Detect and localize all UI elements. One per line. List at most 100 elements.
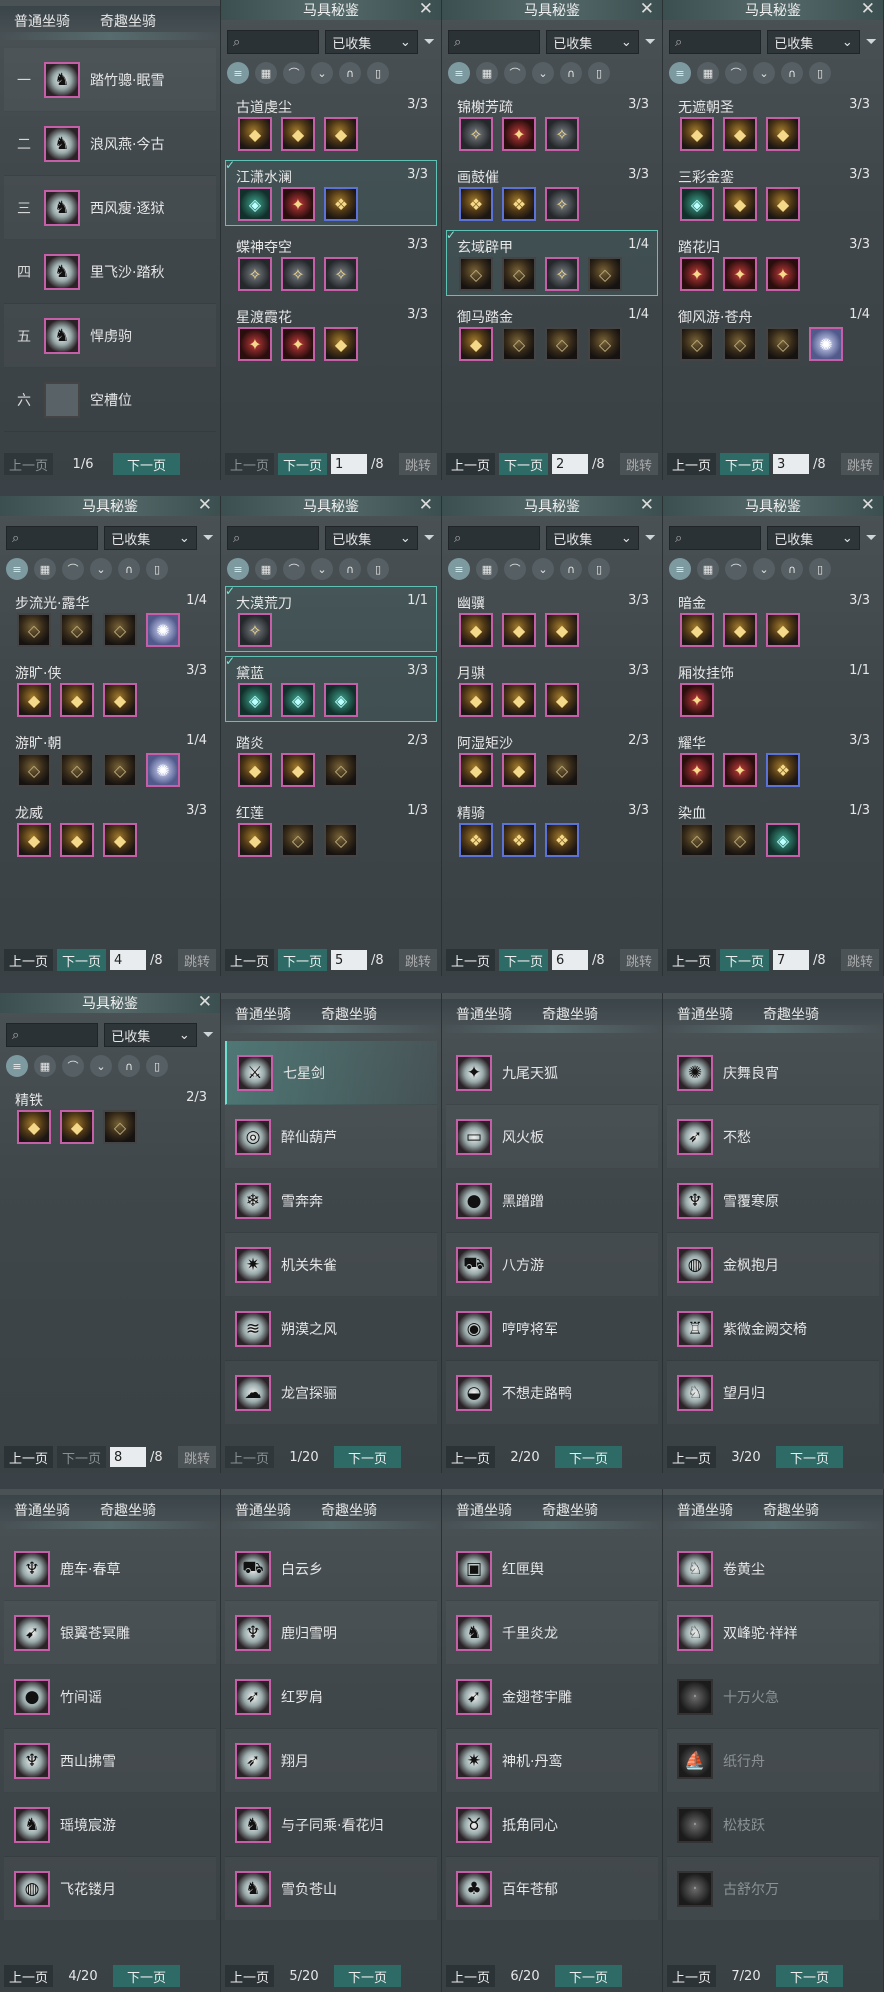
saddle-item-icon[interactable]: ◈ <box>281 683 315 717</box>
mount-list-item[interactable]: ◒ 不想走路鸭 <box>446 1361 658 1425</box>
tab-fun-mount[interactable]: 奇趣坐骑 <box>100 1500 156 1520</box>
horseshoe-icon[interactable]: ∩ <box>118 558 140 580</box>
close-icon[interactable]: ✕ <box>198 496 212 515</box>
saddle-item-icon[interactable]: ✧ <box>545 257 579 291</box>
saddle-item-icon[interactable]: ◆ <box>680 613 714 647</box>
prev-page-button[interactable]: 上一页 <box>667 949 717 971</box>
horseshoe-icon[interactable]: ∩ <box>339 558 361 580</box>
saddle-item-icon[interactable]: ◆ <box>766 613 800 647</box>
saddle-item-icon[interactable]: ✺ <box>809 327 843 361</box>
mount-list-item[interactable]: ♖ 紫微金阙交椅 <box>667 1297 879 1361</box>
grid-icon[interactable]: ▦ <box>34 1055 56 1077</box>
saddle-item-icon[interactable]: ✧ <box>545 117 579 151</box>
tab-fun-mount[interactable]: 奇趣坐骑 <box>542 1004 598 1024</box>
filter-select[interactable]: 已收集 ⌄ <box>546 526 639 550</box>
saddle-item-icon[interactable]: ✦ <box>281 187 315 221</box>
saddle-item-icon[interactable]: ◆ <box>281 117 315 151</box>
mount-list-item[interactable]: ♞ 与子同乘·看花归 <box>225 1793 437 1857</box>
filter-select[interactable]: 已收集 ⌄ <box>325 30 418 54</box>
stirrup-icon[interactable]: ⌄ <box>90 558 112 580</box>
list-icon[interactable]: ≡ <box>6 558 28 580</box>
jump-button[interactable]: 跳转 <box>619 949 658 971</box>
horseshoe-icon[interactable]: ∩ <box>560 62 582 84</box>
grid-icon[interactable]: ▦ <box>34 558 56 580</box>
next-page-button[interactable]: 下一页 <box>720 453 770 475</box>
saddle-item-icon[interactable]: ◇ <box>766 327 800 361</box>
prev-page-button[interactable]: 上一页 <box>4 1965 54 1987</box>
stirrup-icon[interactable]: ⌄ <box>753 558 775 580</box>
prev-page-button[interactable]: 上一页 <box>446 1446 496 1468</box>
next-page-button[interactable]: 下一页 <box>555 1965 623 1987</box>
mount-list-item[interactable]: ⛵ 纸行舟 <box>667 1729 879 1793</box>
funnel-icon[interactable]: ⏷ <box>203 530 214 546</box>
mount-list-item[interactable]: ● 竹间谣 <box>4 1665 216 1729</box>
mount-list-item[interactable]: ♞ 雪负苍山 <box>225 1857 437 1921</box>
saddle-set[interactable]: 龙威 3/3 ◆ ◆ ◆ <box>4 796 216 862</box>
saddle-item-icon[interactable]: ✦ <box>238 327 272 361</box>
saddle-item-icon[interactable]: ❖ <box>459 187 493 221</box>
tab-fun-mount[interactable]: 奇趣坐骑 <box>321 1004 377 1024</box>
horseshoe-icon[interactable]: ∩ <box>560 558 582 580</box>
stirrup-icon[interactable]: ⌄ <box>532 62 554 84</box>
tab-normal-mount[interactable]: 普通坐骑 <box>677 1500 733 1520</box>
filter-select[interactable]: 已收集 ⌄ <box>104 526 197 550</box>
saddle-item-icon[interactable]: ◇ <box>588 257 622 291</box>
saddle-item-icon[interactable]: ◆ <box>723 117 757 151</box>
saddle-item-icon[interactable]: ◇ <box>60 613 94 647</box>
saddle-item-icon[interactable]: ◆ <box>459 327 493 361</box>
mount-list-item[interactable]: ➶ 不愁 <box>667 1105 879 1169</box>
saddle-set[interactable]: ✓ 江潇水澜 3/3 ◈ ✦ ❖ <box>225 158 437 226</box>
saddle-item-icon[interactable]: ◇ <box>103 753 137 787</box>
mount-list-item[interactable]: ✷ 神机·丹鸾 <box>446 1729 658 1793</box>
next-page-button[interactable]: 下一页 <box>555 1446 623 1468</box>
prev-page-button[interactable]: 上一页 <box>4 1446 54 1468</box>
saddle-item-icon[interactable]: ✦ <box>723 753 757 787</box>
saddle-set[interactable]: 暗金 3/3 ◆ ◆ ◆ <box>667 586 879 652</box>
prev-page-button[interactable]: 上一页 <box>225 949 275 971</box>
next-page-button[interactable]: 下一页 <box>776 1446 844 1468</box>
prev-page-button[interactable]: 上一页 <box>4 453 54 475</box>
blanket-icon[interactable]: ▯ <box>809 558 831 580</box>
mount-list-item[interactable]: ▣ 红匣舆 <box>446 1537 658 1601</box>
blanket-icon[interactable]: ▯ <box>367 62 389 84</box>
mount-list-item[interactable]: ⛟ 八方游 <box>446 1233 658 1297</box>
mount-list-item[interactable]: ♘ 望月归 <box>667 1361 879 1425</box>
next-page-button[interactable]: 下一页 <box>57 949 107 971</box>
saddle-item-icon[interactable]: ◆ <box>60 823 94 857</box>
saddle-set[interactable]: 红莲 1/3 ◆ ◇ ◇ <box>225 796 437 862</box>
close-icon[interactable]: ✕ <box>419 496 433 515</box>
mount-list-item[interactable]: ❄ 雪奔奔 <box>225 1169 437 1233</box>
saddle-set[interactable]: 御马踏金 1/4 ◆ ◇ ◇ ◇ <box>446 300 658 366</box>
saddle-item-icon[interactable]: ◇ <box>60 753 94 787</box>
tab-normal-mount[interactable]: 普通坐骑 <box>14 11 70 31</box>
saddle-item-icon[interactable]: ◇ <box>281 823 315 857</box>
saddle-item-icon[interactable]: ◆ <box>281 753 315 787</box>
jump-button[interactable]: 跳转 <box>840 949 879 971</box>
mount-list-item[interactable]: ♉ 抵角同心 <box>446 1793 658 1857</box>
mount-list-item[interactable]: 一 ♞ 踏竹骢·眠雪 <box>4 48 216 112</box>
prev-page-button[interactable]: 上一页 <box>225 1965 275 1987</box>
mount-list-item[interactable]: ▭ 风火板 <box>446 1105 658 1169</box>
saddle-item-icon[interactable]: ◆ <box>324 327 358 361</box>
saddle-item-icon[interactable]: ◇ <box>545 327 579 361</box>
saddle-item-icon[interactable]: ✺ <box>146 753 180 787</box>
saddle-item-icon[interactable]: ◆ <box>459 753 493 787</box>
saddle-icon[interactable]: ⌒ <box>62 558 84 580</box>
next-page-button[interactable]: 下一页 <box>334 1965 402 1987</box>
search-input[interactable]: ⌕ <box>227 526 320 550</box>
mount-list-item[interactable]: ♘ 双峰驼·祥祥 <box>667 1601 879 1665</box>
funnel-icon[interactable]: ⏷ <box>866 530 877 546</box>
saddle-item-icon[interactable]: ◆ <box>17 823 51 857</box>
funnel-icon[interactable]: ⏷ <box>645 530 656 546</box>
next-page-button[interactable]: 下一页 <box>334 1446 402 1468</box>
list-icon[interactable]: ≡ <box>669 558 691 580</box>
next-page-button[interactable]: 下一页 <box>113 453 181 475</box>
tab-normal-mount[interactable]: 普通坐骑 <box>235 1500 291 1520</box>
saddle-set[interactable]: 阿湿矩沙 2/3 ◆ ◆ ◇ <box>446 726 658 792</box>
filter-select[interactable]: 已收集 ⌄ <box>325 526 418 550</box>
list-icon[interactable]: ≡ <box>227 62 249 84</box>
tab-fun-mount[interactable]: 奇趣坐骑 <box>763 1004 819 1024</box>
page-input[interactable]: 1 <box>331 454 368 474</box>
page-input[interactable]: 3 <box>773 454 810 474</box>
saddle-item-icon[interactable]: ◇ <box>588 327 622 361</box>
